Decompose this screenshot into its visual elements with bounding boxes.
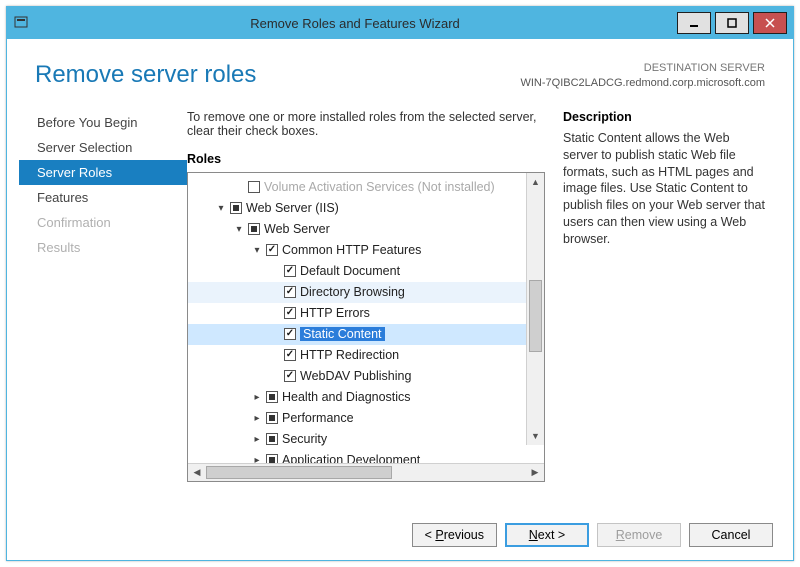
tree-row[interactable]: Directory Browsing bbox=[188, 282, 544, 303]
wizard-window: Remove Roles and Features Wizard Remove … bbox=[6, 6, 794, 561]
tree-row[interactable]: ▸ Health and Diagnostics bbox=[188, 387, 544, 408]
checkbox[interactable] bbox=[284, 349, 296, 361]
tree-item-label: HTTP Errors bbox=[300, 306, 370, 320]
expander-open-icon[interactable]: ▾ bbox=[232, 224, 246, 235]
checkbox[interactable] bbox=[284, 307, 296, 319]
tree-row[interactable]: ▾ Common HTTP Features bbox=[188, 240, 544, 261]
checkbox[interactable] bbox=[284, 370, 296, 382]
tree-item-label: Default Document bbox=[300, 264, 400, 278]
checkbox[interactable] bbox=[284, 286, 296, 298]
expander-open-icon[interactable]: ▾ bbox=[250, 245, 264, 256]
tree-item-label: Volume Activation Services (Not installe… bbox=[264, 180, 495, 194]
minimize-button[interactable] bbox=[677, 12, 711, 34]
expander-closed-icon[interactable]: ▸ bbox=[250, 413, 264, 424]
tree-item-label: Application Development bbox=[282, 453, 420, 463]
checkbox[interactable] bbox=[266, 433, 278, 445]
cancel-button[interactable]: Cancel bbox=[689, 523, 773, 547]
tree-item-label: HTTP Redirection bbox=[300, 348, 399, 362]
tree-item-label: Web Server bbox=[264, 222, 330, 236]
description-column: Description Static Content allows the We… bbox=[563, 110, 765, 498]
maximize-button[interactable] bbox=[715, 12, 749, 34]
checkbox[interactable] bbox=[284, 265, 296, 277]
scroll-right-icon[interactable]: ▶ bbox=[526, 467, 544, 478]
close-button[interactable] bbox=[753, 12, 787, 34]
tree-row[interactable]: ▸ Application Development bbox=[188, 450, 544, 463]
titlebar: Remove Roles and Features Wizard bbox=[7, 7, 793, 39]
expander-closed-icon[interactable]: ▸ bbox=[250, 434, 264, 445]
hscroll-thumb[interactable] bbox=[206, 466, 392, 479]
tree-row[interactable]: HTTP Redirection bbox=[188, 345, 544, 366]
description-label: Description bbox=[563, 110, 765, 124]
roles-tree[interactable]: Volume Activation Services (Not installe… bbox=[188, 173, 544, 463]
tree-item-label: Common HTTP Features bbox=[282, 243, 421, 257]
tree-row[interactable]: HTTP Errors bbox=[188, 303, 544, 324]
nav-item-1[interactable]: Server Selection bbox=[19, 135, 187, 160]
checkbox[interactable] bbox=[266, 412, 278, 424]
window-buttons bbox=[675, 12, 793, 34]
tree-item-label: Static Content bbox=[300, 327, 385, 341]
expander-closed-icon[interactable]: ▸ bbox=[250, 455, 264, 463]
nav-item-0[interactable]: Before You Begin bbox=[19, 110, 187, 135]
checkbox[interactable] bbox=[248, 223, 260, 235]
next-button[interactable]: Next > bbox=[505, 523, 589, 547]
tree-item-label: WebDAV Publishing bbox=[300, 369, 411, 383]
body-row: Before You BeginServer SelectionServer R… bbox=[19, 110, 765, 498]
previous-button[interactable]: < Previous bbox=[412, 523, 497, 547]
tree-row[interactable]: ▸ Performance bbox=[188, 408, 544, 429]
vertical-scrollbar[interactable]: ▲ ▼ bbox=[526, 173, 544, 445]
roles-tree-scroll: Volume Activation Services (Not installe… bbox=[188, 173, 544, 463]
page-title: Remove server roles bbox=[35, 61, 256, 89]
destination-info: DESTINATION SERVER WIN-7QIBC2LADCG.redmo… bbox=[520, 61, 765, 92]
nav-item-3[interactable]: Features bbox=[19, 185, 187, 210]
tree-item-label: Security bbox=[282, 432, 327, 446]
scroll-up-icon[interactable]: ▲ bbox=[527, 173, 544, 191]
tree-item-label: Health and Diagnostics bbox=[282, 390, 411, 404]
nav-item-2[interactable]: Server Roles bbox=[19, 160, 187, 185]
checkbox[interactable] bbox=[266, 244, 278, 256]
roles-label: Roles bbox=[187, 152, 545, 166]
footer: < Previous Next > Remove Cancel bbox=[7, 510, 793, 560]
expander-closed-icon[interactable]: ▸ bbox=[250, 392, 264, 403]
scroll-thumb[interactable] bbox=[529, 280, 542, 352]
wizard-nav: Before You BeginServer SelectionServer R… bbox=[19, 110, 187, 498]
roles-tree-box: Volume Activation Services (Not installe… bbox=[187, 172, 545, 482]
app-icon bbox=[7, 14, 35, 33]
expander-open-icon[interactable]: ▾ bbox=[214, 203, 228, 214]
checkbox bbox=[248, 181, 260, 193]
tree-row[interactable]: Volume Activation Services (Not installe… bbox=[188, 177, 544, 198]
tree-row[interactable]: Default Document bbox=[188, 261, 544, 282]
tree-row[interactable]: WebDAV Publishing bbox=[188, 366, 544, 387]
checkbox[interactable] bbox=[284, 328, 296, 340]
scroll-down-icon[interactable]: ▼ bbox=[527, 427, 544, 445]
checkbox[interactable] bbox=[266, 454, 278, 463]
hscroll-track[interactable] bbox=[206, 464, 526, 481]
checkbox[interactable] bbox=[230, 202, 242, 214]
tree-item-label: Performance bbox=[282, 411, 354, 425]
scroll-track[interactable] bbox=[527, 191, 544, 427]
tree-item-label: Directory Browsing bbox=[300, 285, 405, 299]
scroll-left-icon[interactable]: ◀ bbox=[188, 467, 206, 478]
nav-item-5: Results bbox=[19, 235, 187, 260]
tree-row[interactable]: ▾ Web Server (IIS) bbox=[188, 198, 544, 219]
horizontal-scrollbar[interactable]: ◀ ▶ bbox=[188, 463, 544, 481]
window-title: Remove Roles and Features Wizard bbox=[35, 16, 675, 31]
instruction-text: To remove one or more installed roles fr… bbox=[187, 110, 545, 138]
nav-item-4: Confirmation bbox=[19, 210, 187, 235]
tree-row[interactable]: Static Content bbox=[188, 324, 544, 345]
tree-row[interactable]: ▸ Security bbox=[188, 429, 544, 450]
tree-row[interactable]: ▾ Web Server bbox=[188, 219, 544, 240]
tree-item-label: Web Server (IIS) bbox=[246, 201, 339, 215]
destination-label: DESTINATION SERVER bbox=[520, 61, 765, 76]
center-column: To remove one or more installed roles fr… bbox=[187, 110, 563, 498]
header-row: Remove server roles DESTINATION SERVER W… bbox=[19, 61, 765, 92]
checkbox[interactable] bbox=[266, 391, 278, 403]
remove-button: Remove bbox=[597, 523, 681, 547]
destination-server: WIN-7QIBC2LADCG.redmond.corp.microsoft.c… bbox=[520, 76, 765, 91]
description-text: Static Content allows the Web server to … bbox=[563, 130, 765, 248]
content-area: Remove server roles DESTINATION SERVER W… bbox=[7, 39, 793, 510]
